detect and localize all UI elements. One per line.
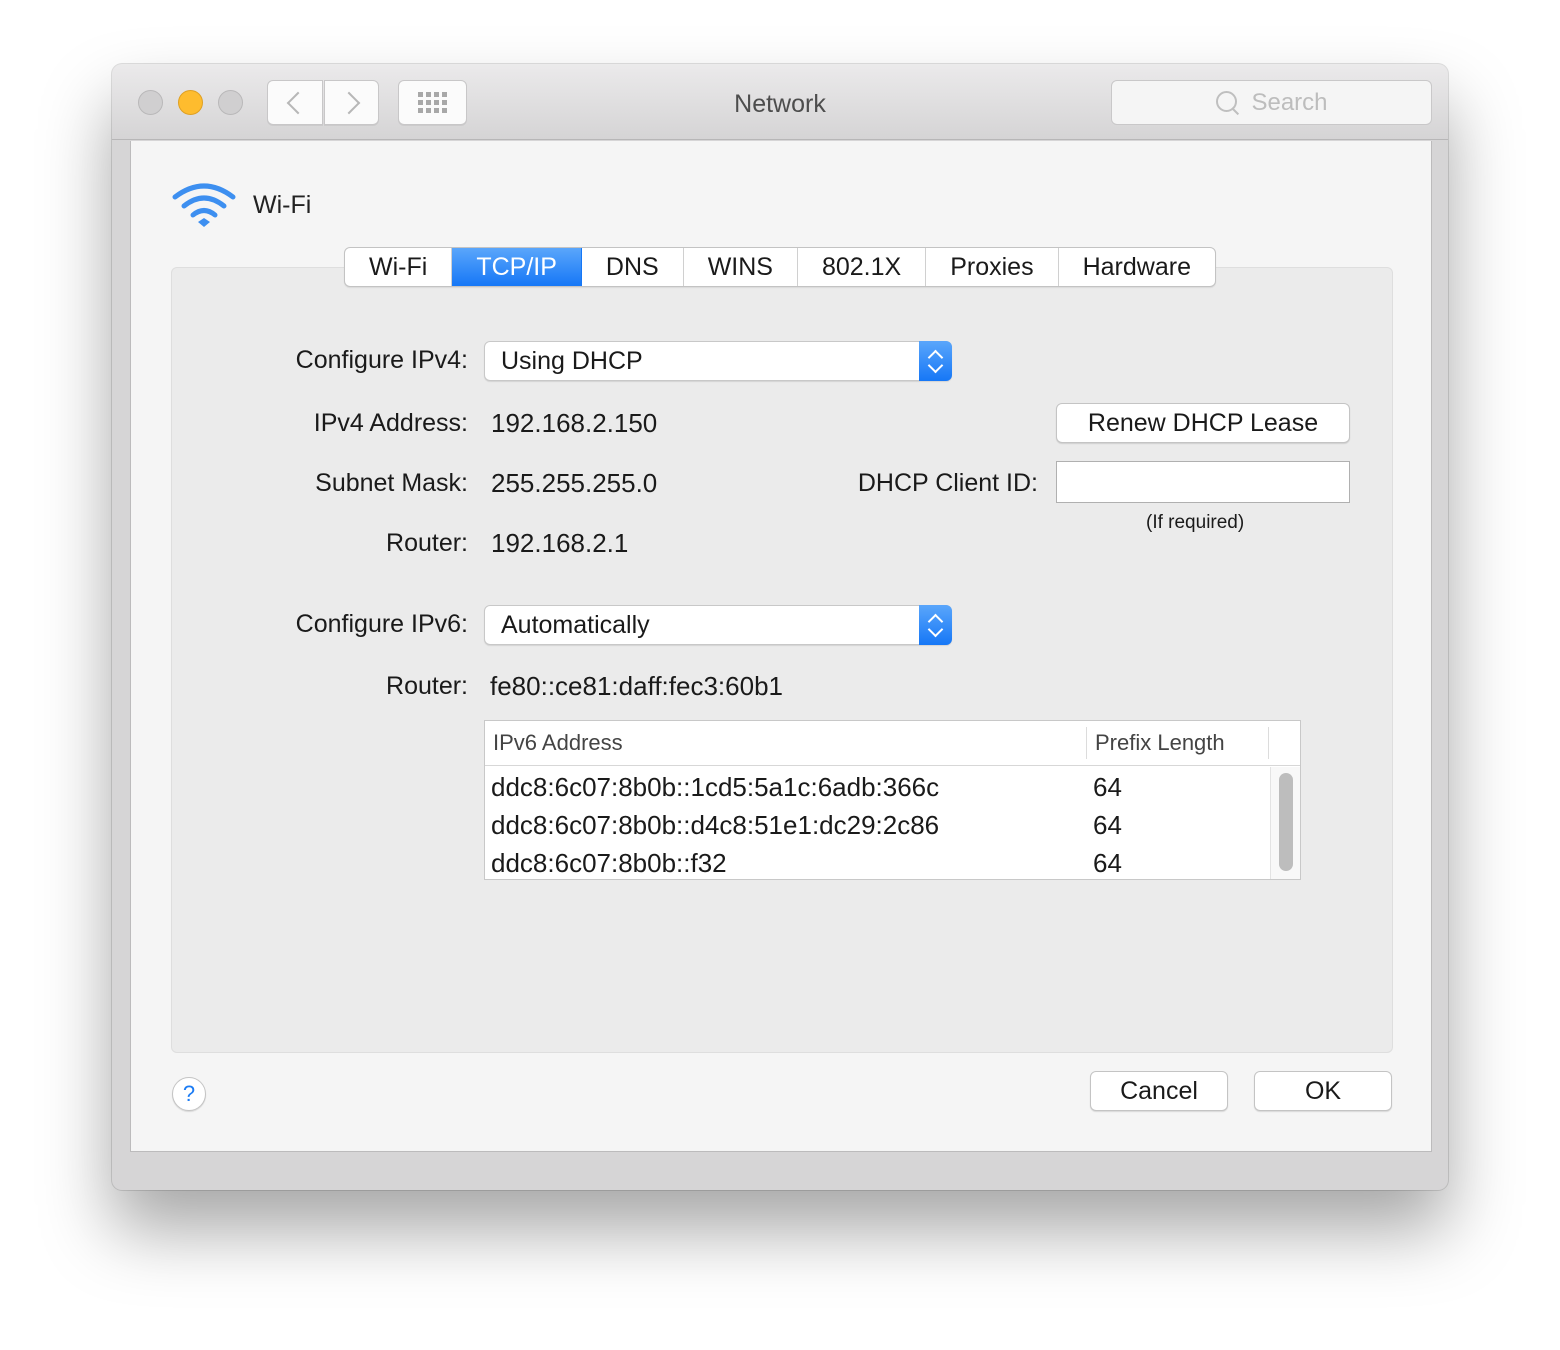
scrollbar-thumb[interactable] [1279,773,1293,871]
column-divider [1268,727,1269,759]
wifi-icon [172,183,236,227]
configure-ipv6-popup[interactable]: Automatically [484,605,952,645]
configure-ipv6-value: Automatically [501,611,650,639]
forward-button[interactable] [324,80,379,125]
ipv6-address-cell: ddc8:6c07:8b0b::1cd5:5a1c:6adb:366c [491,772,940,802]
search-icon [1215,90,1241,116]
grid-icon [418,92,447,113]
subnet-mask-label: Subnet Mask: [315,469,468,497]
help-icon: ? [182,1081,196,1106]
close-window-button[interactable] [138,90,163,115]
table-row[interactable]: ddc8:6c07:8b0b::1cd5:5a1c:6adb:366c 64 [485,768,1269,806]
settings-box [171,267,1393,1053]
configure-ipv4-label: Configure IPv4: [295,346,468,374]
prefix-length-cell: 64 [1093,772,1122,802]
configure-ipv4-value: Using DHCP [501,347,643,375]
column-header-ipv6-address[interactable]: IPv6 Address [493,721,623,766]
dhcp-client-id-hint: (If required) [1146,512,1245,533]
column-header-prefix-length[interactable]: Prefix Length [1095,721,1225,766]
tab-hardware[interactable]: Hardware [1059,248,1215,286]
ipv4-router-label: Router: [386,529,468,557]
prefix-length-cell: 64 [1093,810,1122,840]
configure-ipv6-label: Configure IPv6: [295,610,468,638]
minimize-window-button[interactable] [178,90,203,115]
tcpip-sheet: Wi-Fi Wi-Fi TCP/IP DNS WINS 802.1X Proxi… [130,141,1432,1152]
popup-stepper-icon [919,605,952,645]
ipv6-router-value: fe80::ce81:daff:fec3:60b1 [490,671,783,701]
tab-wins[interactable]: WINS [684,248,798,286]
interface-header: Wi-Fi [171,181,311,229]
ipv4-address-value: 192.168.2.150 [491,408,658,438]
popup-stepper-icon [919,341,952,381]
configure-ipv4-popup[interactable]: Using DHCP [484,341,952,381]
ipv6-router-label: Router: [386,672,468,700]
dhcp-client-id-field[interactable] [1056,461,1350,503]
cancel-button[interactable]: Cancel [1090,1071,1228,1111]
tab-wifi[interactable]: Wi-Fi [345,248,453,286]
tab-8021x[interactable]: 802.1X [798,248,927,286]
table-row[interactable]: ddc8:6c07:8b0b::d4c8:51e1:dc29:2c86 64 [485,806,1269,844]
ipv6-address-cell: ddc8:6c07:8b0b::f32 [491,848,727,878]
zoom-window-button[interactable] [218,90,243,115]
table-header: IPv6 Address Prefix Length [485,721,1300,766]
ipv6-address-cell: ddc8:6c07:8b0b::d4c8:51e1:dc29:2c86 [491,810,940,840]
search-placeholder: Search [1251,88,1328,116]
help-button[interactable]: ? [172,1077,206,1111]
dhcp-client-id-label: DHCP Client ID: [857,469,1038,497]
ipv4-router-value: 192.168.2.1 [491,528,629,558]
search-field[interactable]: Search [1111,80,1432,125]
tab-dns[interactable]: DNS [582,248,684,286]
tab-proxies[interactable]: Proxies [926,248,1059,286]
column-divider [1086,727,1087,759]
ipv6-address-table: IPv6 Address Prefix Length ddc8:6c07:8b0… [484,720,1301,880]
network-window: Network Search Wi-Fi Wi-Fi TCP/IP DNS WI… [112,64,1448,1190]
table-row[interactable]: ddc8:6c07:8b0b::f32 64 [485,844,1269,882]
chevron-right-icon [337,91,360,114]
chevron-left-icon [286,91,310,114]
table-scrollbar[interactable] [1270,767,1300,879]
ok-button[interactable]: OK [1254,1071,1392,1111]
interface-name: Wi-Fi [253,190,312,219]
show-all-button[interactable] [398,80,467,125]
tab-tcpip[interactable]: TCP/IP [452,248,582,286]
subnet-mask-value: 255.255.255.0 [491,468,658,498]
renew-dhcp-lease-button[interactable]: Renew DHCP Lease [1056,403,1350,443]
tab-bar: Wi-Fi TCP/IP DNS WINS 802.1X Proxies Har… [344,247,1216,287]
title-bar: Network Search [112,64,1448,140]
prefix-length-cell: 64 [1093,848,1122,878]
back-button[interactable] [267,80,323,125]
ipv4-address-label: IPv4 Address: [313,409,468,437]
